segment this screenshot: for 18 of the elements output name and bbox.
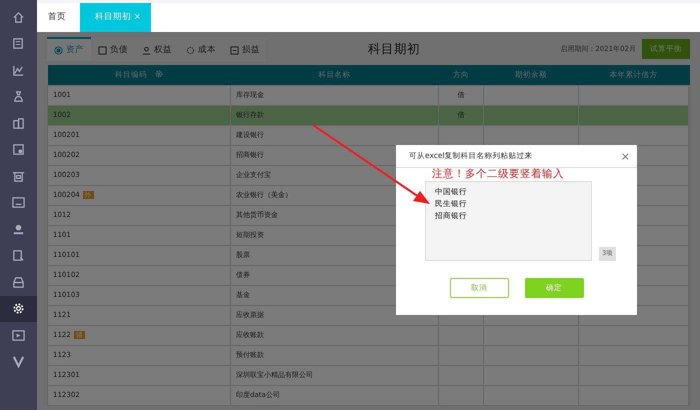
chart-icon — [12, 64, 25, 77]
store-icon — [12, 170, 25, 183]
building-icon — [12, 116, 25, 130]
tray-icon — [12, 276, 25, 289]
category-tab[interactable]: 资产 — [47, 37, 91, 61]
settings-icon — [12, 302, 25, 316]
page-title: 科目期初 — [368, 40, 420, 58]
person-icon — [142, 46, 151, 54]
close-button[interactable]: × — [620, 150, 630, 162]
edit-icon — [12, 249, 25, 262]
sidebar-item[interactable] — [0, 296, 37, 322]
coin-icon — [54, 46, 63, 54]
tab[interactable]: 科目期初 × — [80, 3, 151, 32]
video-icon — [12, 328, 25, 342]
home-icon — [12, 10, 25, 24]
v-icon — [12, 355, 25, 368]
bag-icon — [12, 90, 25, 104]
monitor-icon — [12, 196, 25, 210]
